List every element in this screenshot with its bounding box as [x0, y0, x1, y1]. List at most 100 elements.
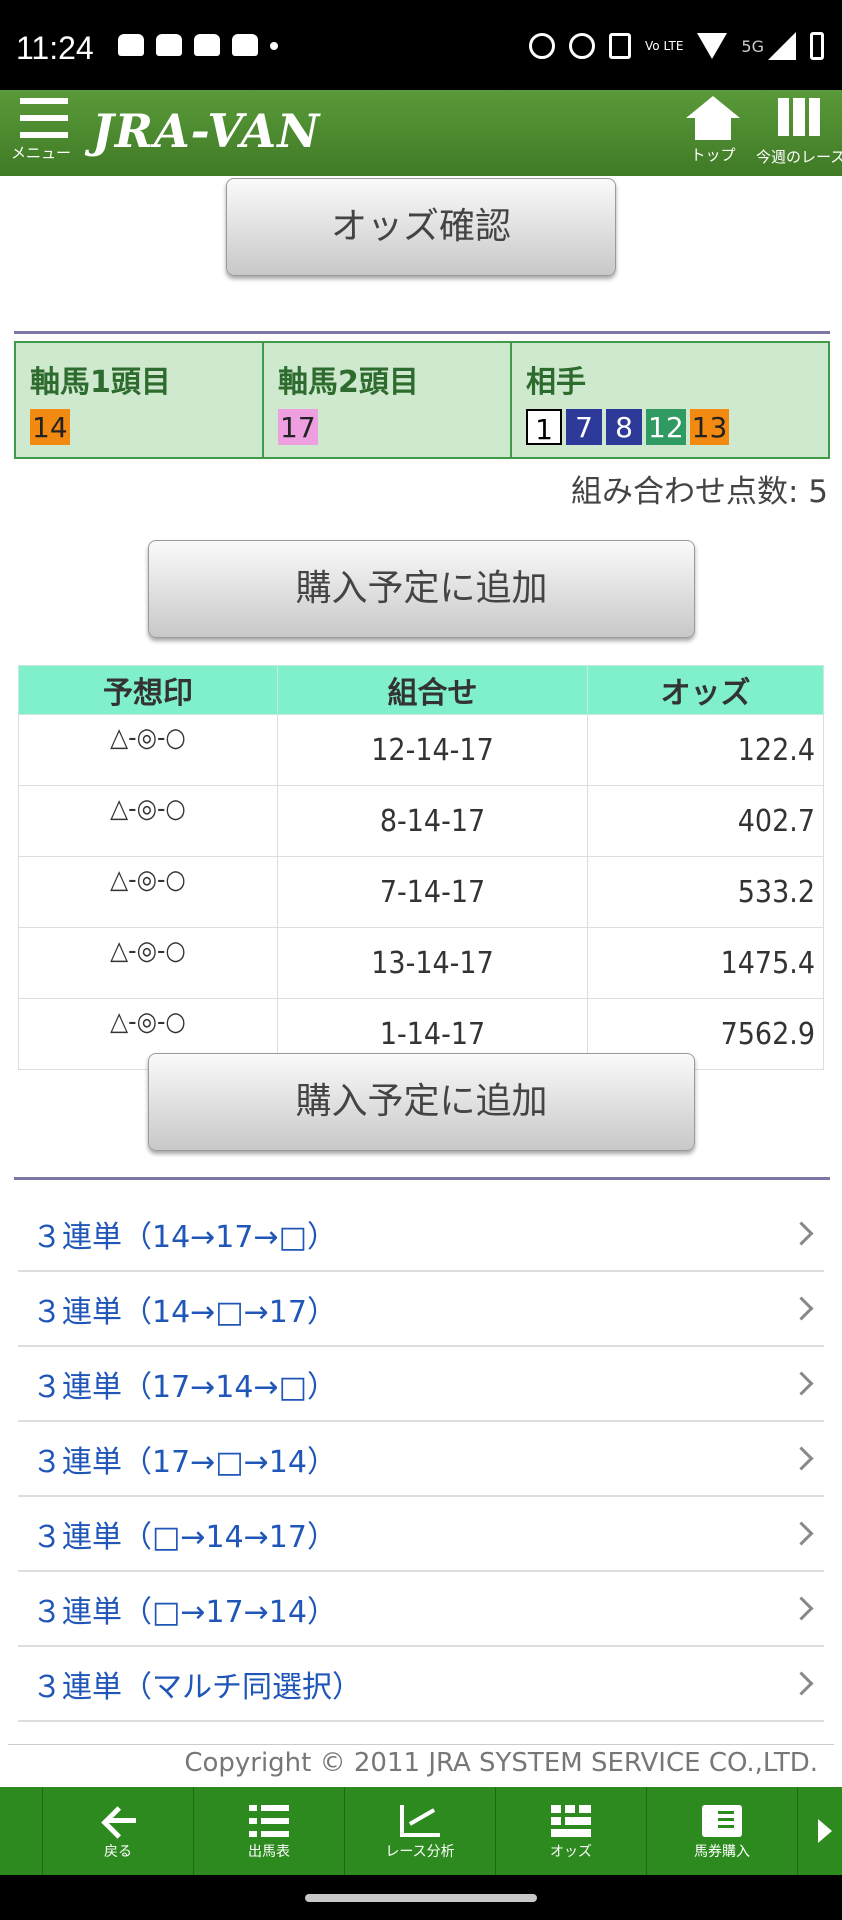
clock: 11:24: [16, 30, 94, 66]
notification-icons: [118, 34, 278, 56]
nav-label: 馬券購入: [694, 1844, 750, 1860]
nav-label: レース分析: [385, 1844, 455, 1860]
this-week-label: 今週のレース: [756, 148, 842, 166]
list-item-trifecta-17-any-14[interactable]: ３連単（17→□→14）: [18, 1422, 824, 1497]
list-icon: [249, 1805, 289, 1837]
chevron-right-icon: [789, 1371, 814, 1396]
list-item-trifecta-any-17-14[interactable]: ３連単（□→17→14）: [18, 1572, 824, 1647]
list-item-trifecta-any-14-17[interactable]: ３連単（□→14→17）: [18, 1497, 824, 1572]
link-label: ３連単（14→17→□）: [32, 1219, 337, 1255]
nav-prev-area[interactable]: [0, 1787, 43, 1875]
partner-label: 相手: [526, 365, 586, 400]
mark-cell: △-◎-○: [18, 785, 278, 857]
axis1-label: 軸馬1頭目: [30, 365, 171, 400]
combination-cell: 7-14-17: [277, 856, 588, 928]
axis1-numbers: 14: [30, 409, 248, 445]
list-item-trifecta-14-any-17[interactable]: ３連単（14→□→17）: [18, 1272, 824, 1347]
odds-table-header: 予想印 組合せ オッズ: [18, 665, 824, 715]
table-row[interactable]: △-◎-○ 12-14-17 122.4: [18, 714, 824, 786]
horse-number-badge: 13: [689, 409, 730, 445]
odds-confirm-button[interactable]: オッズ確認: [226, 178, 616, 276]
network-type: 5G: [741, 36, 764, 56]
bottom-nav: 戻る 出馬表 レース分析 オッズ 馬券購入: [0, 1787, 842, 1875]
combination-count: 組み合わせ点数: 5: [570, 474, 828, 510]
link-label: ３連単（14→□→17）: [32, 1294, 337, 1330]
jra-van-logo[interactable]: JRA-VAN: [92, 104, 320, 158]
table-row[interactable]: △-◎-○ 7-14-17 533.2: [18, 856, 824, 928]
horse-number-badge: 14: [30, 409, 70, 445]
add-to-purchase-plan-button-bottom[interactable]: 購入予定に追加: [148, 1053, 695, 1151]
chevron-right-icon: [789, 1221, 814, 1246]
horse-number-badge: 7: [566, 409, 602, 445]
signal-icon: [768, 32, 796, 60]
combination-cell: 13-14-17: [277, 927, 588, 999]
table-row[interactable]: △-◎-○ 13-14-17 1475.4: [18, 927, 824, 999]
app-header: メニュー JRA-VAN トップ 今週のレース: [0, 90, 842, 176]
odds-cell: 402.7: [587, 785, 824, 857]
menu-label: メニュー: [10, 144, 71, 162]
columns-icon: [778, 98, 820, 136]
system-icons: Vo LTE 5G: [529, 32, 824, 60]
nav-odds[interactable]: オッズ: [496, 1787, 647, 1875]
wifi-icon: [697, 33, 728, 59]
list-item-trifecta-14-17-any[interactable]: ３連単（14→17→□）: [18, 1197, 824, 1272]
mark-cell: △-◎-○: [18, 927, 278, 999]
discord-icon: [156, 34, 182, 56]
chevron-right-icon: [789, 1596, 814, 1621]
chevron-right-icon: [789, 1671, 814, 1696]
status-bar: 11:24 Vo LTE 5G: [0, 0, 842, 90]
axis2-label: 軸馬2頭目: [278, 365, 419, 400]
nav-next-button[interactable]: [798, 1787, 842, 1875]
nav-race-card[interactable]: 出馬表: [194, 1787, 345, 1875]
home-icon: [686, 96, 740, 118]
battery-icon: [810, 32, 824, 60]
footer-divider: [8, 1744, 834, 1745]
axis2-numbers: 17: [278, 409, 496, 445]
horse-number-badge: 1: [526, 409, 562, 446]
link-label: ３連単（17→□→14）: [32, 1444, 337, 1480]
link-label: ３連単（□→17→14）: [32, 1594, 337, 1630]
chart-icon: [400, 1805, 440, 1837]
discord-icon: [232, 34, 258, 56]
list-item-trifecta-multi[interactable]: ３連単（マルチ同選択）: [18, 1647, 824, 1722]
hamburger-icon: [20, 98, 68, 138]
odds-cell: 1475.4: [587, 927, 824, 999]
discord-icon: [118, 34, 144, 56]
copyright: Copyright © 2011 JRA SYSTEM SERVICE CO.,…: [184, 1748, 818, 1778]
trifecta-link-list: ３連単（14→17→□） ３連単（14→□→17） ３連単（17→14→□） ３…: [18, 1197, 824, 1722]
link-label: ３連単（17→14→□）: [32, 1369, 337, 1405]
divider: [14, 1177, 830, 1180]
header-mark: 予想印: [18, 665, 278, 715]
more-notifications-icon: [270, 42, 278, 50]
mark-cell: △-◎-○: [18, 714, 278, 786]
nav-race-analysis[interactable]: レース分析: [345, 1787, 496, 1875]
nav-back[interactable]: 戻る: [43, 1787, 194, 1875]
nav-label: 戻る: [104, 1844, 132, 1860]
this-week-races-button[interactable]: 今週のレース: [756, 98, 842, 167]
horse-number-badge: 12: [646, 409, 686, 445]
home-gesture-handle[interactable]: [305, 1894, 537, 1902]
odds-cell: 122.4: [587, 714, 824, 786]
discord-icon: [194, 34, 220, 56]
list-item-trifecta-17-14-any[interactable]: ３連単（17→14→□）: [18, 1347, 824, 1422]
menu-button[interactable]: メニュー: [11, 98, 74, 170]
chevron-right-icon: [789, 1296, 814, 1321]
system-nav-bar: [0, 1875, 842, 1920]
top-label: トップ: [690, 146, 736, 164]
triangle-right-icon: [818, 1819, 832, 1843]
chevron-right-icon: [789, 1521, 814, 1546]
nav-ticket-purchase[interactable]: 馬券購入: [647, 1787, 798, 1875]
top-button[interactable]: トップ: [686, 96, 740, 165]
nav-label: 出馬表: [248, 1844, 290, 1860]
vibrate-icon: [609, 33, 632, 59]
partner-cell: 相手 1 7 8 12 13: [512, 343, 828, 457]
combination-cell: 8-14-17: [277, 785, 588, 857]
add-to-purchase-plan-button[interactable]: 購入予定に追加: [148, 540, 695, 638]
link-label: ３連単（□→14→17）: [32, 1519, 337, 1555]
table-row[interactable]: △-◎-○ 8-14-17 402.7: [18, 785, 824, 857]
volte-icon: Vo LTE: [645, 39, 684, 53]
odds-table: 予想印 組合せ オッズ △-◎-○ 12-14-17 122.4 △-◎-○ 8…: [18, 665, 824, 1070]
chevron-right-icon: [789, 1446, 814, 1471]
alarm-icon: [529, 33, 556, 59]
horse-number-badge: 8: [606, 409, 642, 445]
